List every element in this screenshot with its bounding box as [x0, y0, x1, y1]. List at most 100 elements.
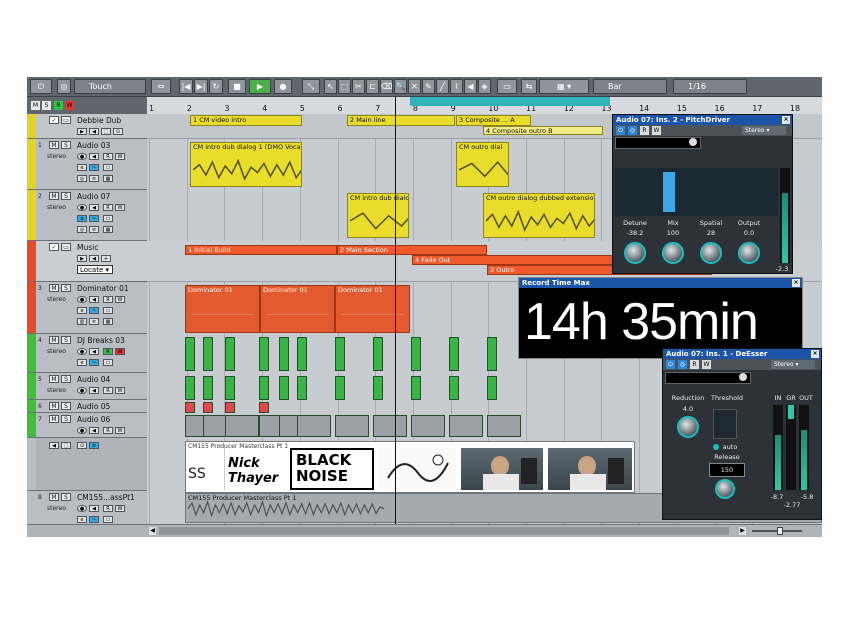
zoom-slider-handle[interactable] — [777, 527, 783, 535]
mute-button[interactable]: M — [49, 336, 59, 344]
sends-button[interactable]: ▭ — [103, 516, 113, 523]
mute-button[interactable]: M — [49, 284, 59, 292]
track-audio-04[interactable]: 5 M S Audio 04 stereo ● ◀ R W — [27, 373, 147, 400]
mute-button[interactable]: M — [49, 493, 59, 501]
record-enable-button[interactable]: ● — [77, 505, 87, 512]
drum-hit-event[interactable] — [411, 415, 445, 437]
drum-hit-event[interactable] — [297, 415, 331, 437]
drum-hit-event[interactable] — [487, 337, 497, 371]
mute-button[interactable]: M — [49, 375, 59, 383]
quantize-value-select[interactable]: 1/16 — [673, 79, 747, 94]
check-icon[interactable]: ✓ — [49, 243, 59, 251]
drum-hit-event[interactable] — [411, 376, 421, 400]
inserts-button[interactable]: e — [77, 307, 87, 314]
midi-event[interactable]: Dominator 01 — [185, 285, 260, 333]
drum-hit-event[interactable] — [297, 337, 307, 371]
drum-hit-event[interactable] — [225, 402, 235, 413]
track-debbie-dub[interactable]: ✓ ▭ Debbie Dub ▶ ◀ ⬚ ⊙ — [27, 114, 147, 139]
project-cursor[interactable] — [395, 97, 396, 537]
mute-tool-icon[interactable]: ✕ — [408, 79, 421, 94]
scroll-thumb[interactable] — [159, 527, 729, 535]
audio-event[interactable]: CM outro dialog dubbed extension ( — [483, 193, 595, 238]
track-button[interactable]: ◀ — [49, 442, 59, 449]
mute-button[interactable]: M — [49, 402, 59, 410]
constrain-delay-button[interactable]: ◎ — [57, 79, 71, 94]
drum-hit-event[interactable] — [225, 415, 259, 437]
range-selection-tool-icon[interactable]: ⬚ — [338, 79, 351, 94]
preset-menu-icon[interactable] — [739, 373, 747, 381]
drum-hit-event[interactable] — [411, 337, 421, 371]
drum-hit-event[interactable] — [279, 337, 289, 371]
drum-hit-event[interactable] — [487, 376, 497, 400]
solo-all-button[interactable]: S — [42, 101, 51, 110]
read-button[interactable]: R — [690, 360, 699, 369]
detune-knob[interactable] — [624, 242, 646, 264]
zoom-tool-icon[interactable]: 🔍 — [394, 79, 407, 94]
solo-button[interactable]: S — [61, 415, 71, 423]
locate-select[interactable]: Locate ▾ — [77, 265, 113, 274]
track-button[interactable]: ◀ — [89, 128, 99, 135]
record-button[interactable]: ● — [274, 79, 292, 94]
mute-button[interactable]: M — [49, 141, 59, 149]
record-enable-button[interactable]: ● — [77, 348, 87, 355]
read-automation-button[interactable]: R — [103, 204, 113, 211]
sends-button[interactable]: ▭ — [103, 215, 113, 222]
video-icon[interactable]: ✓ — [49, 116, 59, 124]
power-icon[interactable]: ⏻ — [666, 360, 675, 369]
lock-button[interactable]: ◎ — [77, 175, 87, 182]
close-icon[interactable]: × — [792, 279, 800, 287]
write-all-button[interactable]: W — [65, 101, 74, 110]
line-tool-icon[interactable]: ╱ — [436, 79, 449, 94]
drum-hit-event[interactable] — [335, 376, 345, 400]
drum-hit-event[interactable] — [259, 337, 269, 371]
solo-button[interactable]: S — [61, 336, 71, 344]
inserts-button[interactable]: e — [77, 164, 87, 171]
write-automation-button[interactable]: W — [115, 427, 125, 434]
cycle-button[interactable]: ↻ — [209, 79, 223, 94]
drum-hit-event[interactable] — [203, 337, 213, 371]
monitor-button[interactable]: ◀ — [89, 153, 99, 160]
track-button[interactable]: ⊙ — [113, 128, 123, 135]
lanes-button[interactable]: ≡ — [89, 226, 99, 233]
video-thumbnail-strip[interactable]: CM155 Producer Masterclass Pt 1 SS Nick … — [185, 441, 635, 493]
folder-icon[interactable]: ▭ — [61, 243, 71, 251]
write-automation-button[interactable]: W — [115, 153, 125, 160]
scroll-left-icon[interactable]: ◀ — [149, 527, 156, 535]
quantize-mode-select[interactable]: Bar — [593, 79, 667, 94]
lock-button[interactable]: ◎ — [77, 226, 87, 233]
grid-type-select[interactable]: ▦ ▾ — [539, 79, 589, 94]
sends-button[interactable]: ▭ — [103, 164, 113, 171]
power-icon[interactable]: ⏻ — [616, 126, 625, 135]
track-button[interactable]: ≡ — [89, 442, 99, 449]
track-audio-06[interactable]: 7 M S Audio 06 ● ◀ R W — [27, 413, 147, 438]
spatial-knob[interactable] — [700, 242, 722, 264]
release-knob[interactable] — [715, 479, 735, 499]
snap-type-button[interactable]: ▭ — [497, 79, 517, 94]
drum-hit-event[interactable] — [185, 402, 195, 413]
read-automation-button[interactable]: R — [103, 387, 113, 394]
mute-button[interactable]: M — [49, 192, 59, 200]
solo-button[interactable]: S — [61, 402, 71, 410]
track-button[interactable]: ⬚ — [101, 128, 111, 135]
sends-button[interactable]: ▭ — [103, 307, 113, 314]
record-time-max-window[interactable]: Record Time Max × 14h 35min — [518, 277, 803, 359]
audio-event[interactable]: CM intro dub dialog 1 (DMO Vocals — [190, 142, 302, 187]
eq-button[interactable]: ~ — [89, 359, 99, 366]
inserts-button[interactable]: e — [77, 359, 87, 366]
video-event[interactable]: 3 Composite ... A — [456, 115, 531, 126]
drum-hit-event[interactable] — [225, 376, 235, 400]
drum-hit-event[interactable] — [279, 376, 289, 400]
marker-event[interactable]: 2 Main Section — [337, 245, 487, 255]
record-enable-button[interactable]: ● — [77, 387, 87, 394]
mute-all-button[interactable]: M — [31, 101, 40, 110]
scroll-right-icon[interactable]: ▶ — [739, 527, 746, 535]
time-warp-tool-icon[interactable]: ⌇ — [450, 79, 463, 94]
write-automation-button[interactable]: W — [115, 387, 125, 394]
track-video-thumbnails[interactable]: ◀ ⬚ ⊙ ≡ — [27, 438, 147, 491]
track-dj-breaks-03[interactable]: 4 M S DJ Breaks 03 stereo ● ◀ R W e ~ ▭ — [27, 334, 147, 373]
eq-button[interactable]: ~ — [89, 516, 99, 523]
inserts-button[interactable]: e — [77, 215, 87, 222]
preset-menu-icon[interactable] — [689, 138, 697, 146]
freeze-button[interactable]: ▦ — [103, 175, 113, 182]
track-audio-03[interactable]: 1 M S Audio 03 stereo ● ◀ R W e ~ ▭ ◎ ≡ … — [27, 139, 147, 190]
